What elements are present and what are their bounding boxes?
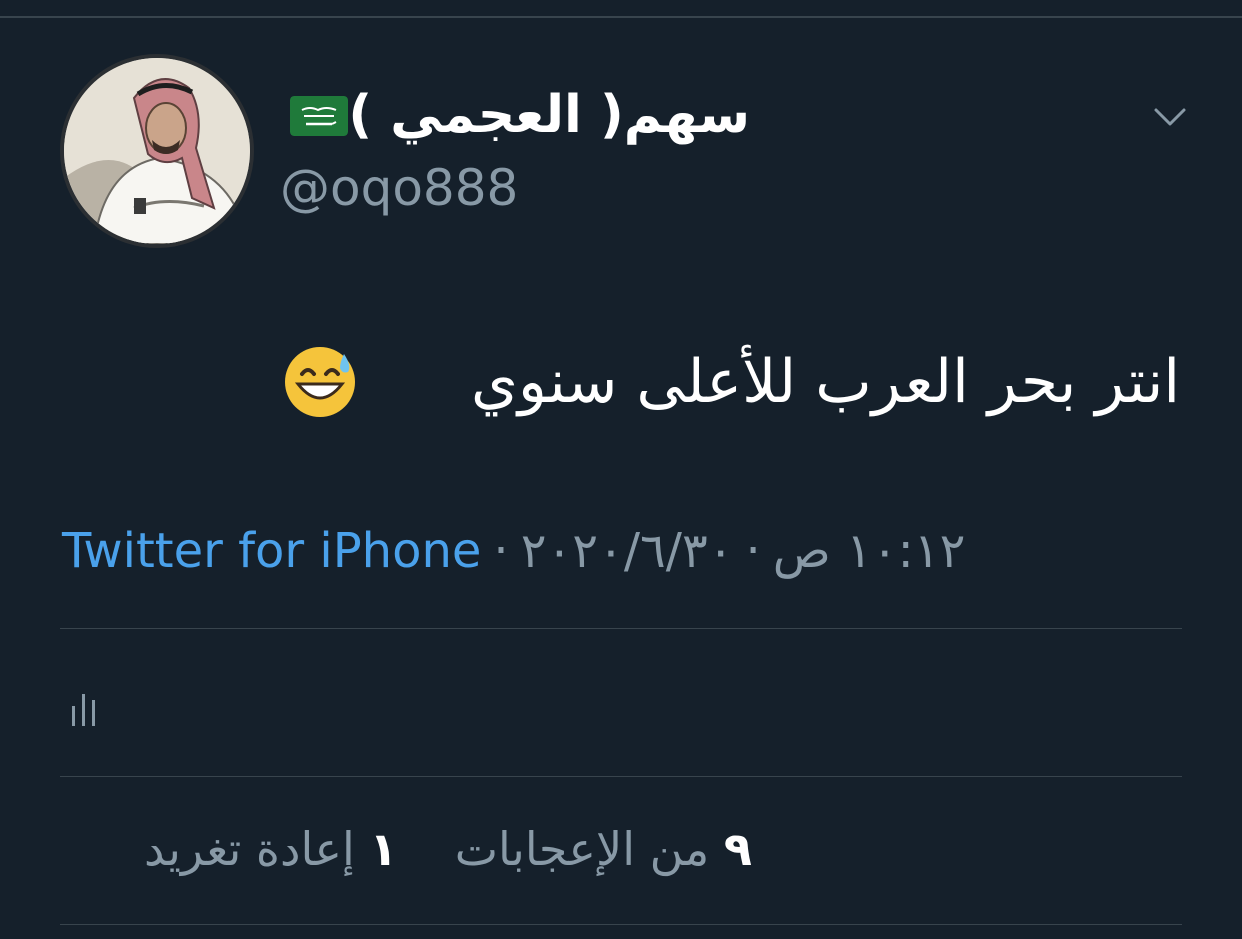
chevron-down-icon[interactable]: [1150, 102, 1190, 132]
display-name[interactable]: سهم( العجمي ): [348, 80, 750, 150]
tweet-time: ١٠:١٢ ص: [772, 523, 966, 579]
likes-count[interactable]: ٩: [724, 822, 752, 876]
divider: [60, 776, 1182, 777]
divider: [60, 924, 1182, 925]
retweets-label[interactable]: إعادة تغريد: [144, 822, 355, 876]
tweet-date: ٢٠٢٠/٦/٣٠: [520, 523, 734, 579]
likes-label[interactable]: من الإعجابات: [455, 822, 710, 876]
top-divider: [0, 16, 1242, 18]
engagement-stats: ٩ من الإعجابات ١ إعادة تغريد: [144, 814, 752, 884]
meta-separator: ·: [493, 523, 509, 579]
meta-separator: ·: [745, 523, 761, 579]
analytics-icon[interactable]: [70, 688, 100, 728]
source-link[interactable]: Twitter for iPhone: [62, 523, 481, 579]
user-handle[interactable]: @oqo888: [280, 156, 518, 220]
retweets-count[interactable]: ١: [369, 822, 397, 876]
saudi-flag-icon: [290, 96, 348, 136]
grinning-face-with-sweat-icon: [285, 347, 355, 417]
tweet-text: انتر بحر العرب للأعلى سنوي: [471, 347, 1180, 417]
divider: [60, 628, 1182, 629]
tweet-meta: Twitter for iPhone · ٢٠٢٠/٦/٣٠ · ١٠:١٢ ص: [62, 516, 965, 586]
avatar[interactable]: [60, 54, 254, 248]
